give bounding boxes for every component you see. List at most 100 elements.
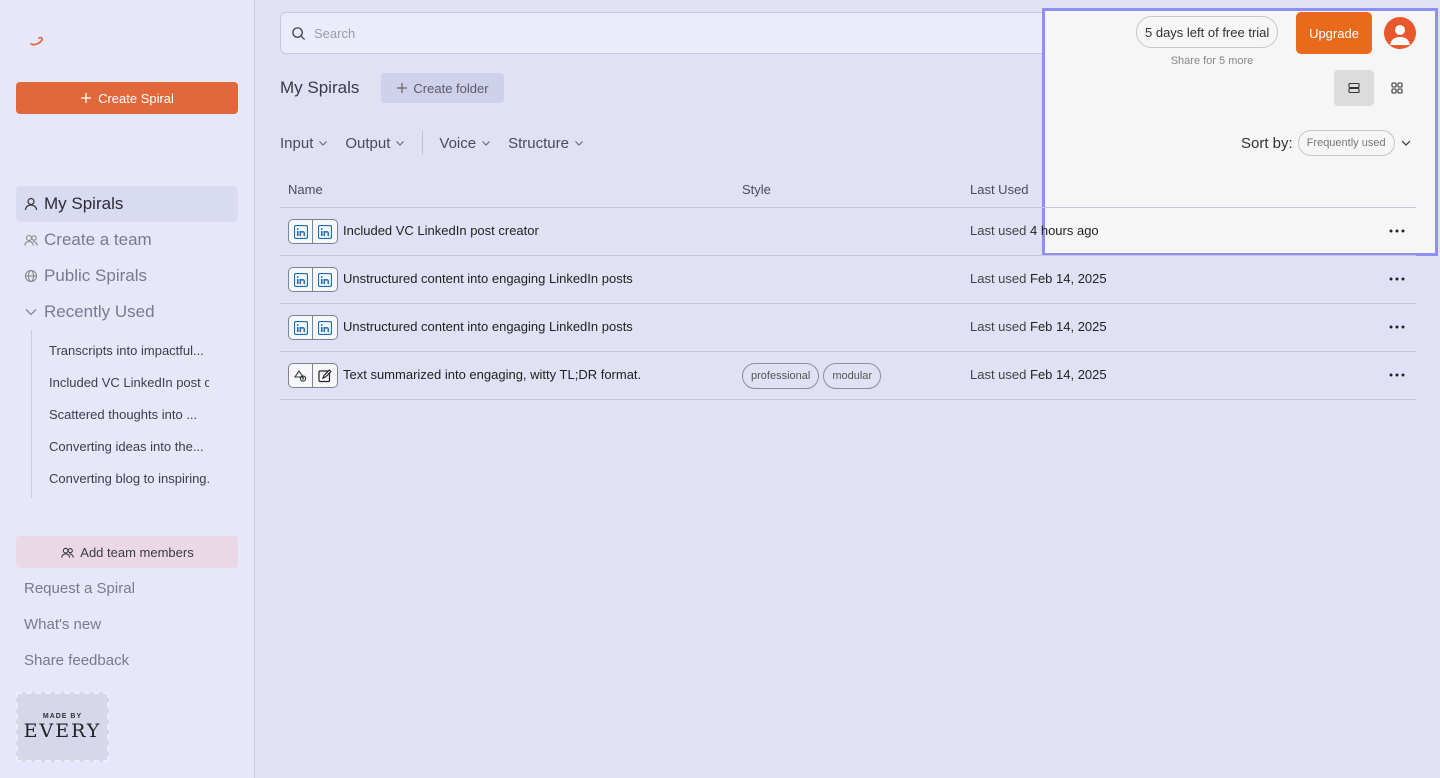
sort-control[interactable]: Sort by: Frequently used xyxy=(1241,130,1412,156)
share-feedback-link[interactable]: Share feedback xyxy=(24,642,135,678)
add-team-members-label: Add team members xyxy=(80,544,194,560)
chevron-down-icon xyxy=(482,141,490,146)
list-view-toggle[interactable] xyxy=(1334,70,1374,106)
more-options-icon[interactable] xyxy=(1388,366,1406,384)
more-options-icon[interactable] xyxy=(1388,318,1406,336)
linkedin-icon xyxy=(288,315,313,340)
search-bar xyxy=(280,12,1124,54)
column-header-name[interactable]: Name xyxy=(288,182,323,197)
row-last-used: Last used Feb 14, 2025 xyxy=(970,319,1107,334)
table-row[interactable]: Text summarized into engaging, witty TL;… xyxy=(280,352,1416,400)
filter-input[interactable]: Input xyxy=(280,135,328,152)
search-input[interactable] xyxy=(314,25,1094,41)
row-style-tags: professional modular xyxy=(742,363,882,389)
last-used-value: Feb 14, 2025 xyxy=(1030,367,1107,382)
grid-view-icon xyxy=(1391,82,1403,94)
sidebar-nav: My Spirals Create a team Public Spirals … xyxy=(16,186,238,498)
chevron-down-icon xyxy=(319,141,328,146)
chevron-down-icon xyxy=(575,141,583,146)
sort-label: Sort by: xyxy=(1241,134,1293,152)
last-used-value: Feb 14, 2025 xyxy=(1030,271,1107,286)
chevron-down-icon xyxy=(25,309,37,316)
avatar[interactable] xyxy=(1384,17,1416,49)
table-row[interactable]: Unstructured content into engaging Linke… xyxy=(280,256,1416,304)
globe-icon xyxy=(24,269,38,283)
made-by-every-stamp[interactable]: MADE BY EVERY xyxy=(16,692,109,762)
filter-bar: Input Output Voice Structure xyxy=(280,130,601,156)
plus-icon xyxy=(81,93,92,103)
linkedin-icon xyxy=(313,267,338,292)
row-icons xyxy=(288,219,338,244)
users-icon xyxy=(61,547,75,558)
recent-item[interactable]: Converting blog to inspiring... xyxy=(49,462,209,494)
sidebar-item-recently-used[interactable]: Recently Used xyxy=(16,294,238,330)
more-options-icon[interactable] xyxy=(1388,270,1406,288)
list-view-icon xyxy=(1348,82,1360,94)
table-row[interactable]: Unstructured content into engaging Linke… xyxy=(280,304,1416,352)
linkedin-icon xyxy=(288,219,313,244)
create-folder-label: Create folder xyxy=(413,80,489,96)
spiral-logo-icon[interactable] xyxy=(28,30,52,50)
linkedin-icon xyxy=(313,219,338,244)
row-name[interactable]: Text summarized into engaging, witty TL;… xyxy=(343,367,641,382)
sidebar-item-create-team[interactable]: Create a team xyxy=(16,222,238,258)
upgrade-button[interactable]: Upgrade xyxy=(1296,12,1372,54)
row-last-used: Last used 4 hours ago xyxy=(970,223,1099,238)
filter-label: Structure xyxy=(508,134,569,152)
page-title: My Spirals xyxy=(280,78,360,97)
last-used-value: 4 hours ago xyxy=(1030,223,1099,238)
column-header-style[interactable]: Style xyxy=(742,182,771,197)
chevron-down-icon[interactable] xyxy=(1400,137,1412,149)
style-tag: modular xyxy=(823,363,882,389)
recent-item[interactable]: Included VC LinkedIn post creator xyxy=(49,366,209,398)
sidebar-item-label: Public Spirals xyxy=(44,266,147,285)
sidebar-item-public-spirals[interactable]: Public Spirals xyxy=(16,258,238,294)
recent-item[interactable]: Transcripts into impactful... xyxy=(49,334,209,366)
user-avatar-icon xyxy=(1390,25,1410,45)
sidebar: Create Spiral My Spirals Create a team P… xyxy=(0,0,255,778)
trial-badge[interactable]: 5 days left of free trial xyxy=(1136,16,1279,48)
recent-item[interactable]: Scattered thoughts into ... xyxy=(49,398,209,430)
sidebar-item-my-spirals[interactable]: My Spirals xyxy=(16,186,238,222)
row-name[interactable]: Unstructured content into engaging Linke… xyxy=(343,319,633,334)
sort-select[interactable]: Frequently used xyxy=(1297,130,1395,156)
create-spiral-button[interactable]: Create Spiral xyxy=(16,82,238,114)
sidebar-item-label: Recently Used xyxy=(44,302,155,321)
filter-divider xyxy=(422,131,424,155)
request-spiral-link[interactable]: Request a Spiral xyxy=(24,570,135,606)
row-name[interactable]: Included VC LinkedIn post creator xyxy=(343,223,539,238)
add-team-members-button[interactable]: Add team members xyxy=(16,536,238,568)
edit-icon xyxy=(313,363,338,388)
filter-output[interactable]: Output xyxy=(345,135,405,152)
filter-label: Output xyxy=(345,134,391,152)
filter-label: Voice xyxy=(439,134,477,152)
row-icons xyxy=(288,267,338,292)
row-last-used: Last used Feb 14, 2025 xyxy=(970,271,1107,286)
filter-voice[interactable]: Voice xyxy=(439,135,491,152)
table-row[interactable]: Included VC LinkedIn post creator Last u… xyxy=(280,208,1416,256)
users-icon xyxy=(24,234,38,246)
stamp-big-text: EVERY xyxy=(23,719,102,742)
linkedin-icon xyxy=(313,315,338,340)
row-icons xyxy=(288,315,338,340)
more-options-icon[interactable] xyxy=(1388,222,1406,240)
last-used-prefix: Last used xyxy=(970,223,1027,238)
user-icon xyxy=(24,197,38,211)
column-header-last-used[interactable]: Last Used xyxy=(970,182,1029,197)
chevron-down-icon xyxy=(396,141,405,146)
share-for-more-text[interactable]: Share for 5 more xyxy=(1136,55,1288,67)
whats-new-link[interactable]: What's new xyxy=(24,606,135,642)
filter-label: Input xyxy=(280,134,314,152)
style-tag: professional xyxy=(742,363,820,389)
row-name[interactable]: Unstructured content into engaging Linke… xyxy=(343,271,633,286)
create-folder-button[interactable]: Create folder xyxy=(381,73,504,103)
grid-view-toggle[interactable] xyxy=(1378,70,1416,106)
recent-list: Transcripts into impactful... Included V… xyxy=(31,330,238,498)
table-header: Name Style Last Used xyxy=(280,172,1416,208)
last-used-prefix: Last used xyxy=(970,319,1027,334)
filter-structure[interactable]: Structure xyxy=(508,135,584,152)
row-icons xyxy=(288,363,338,388)
recent-item[interactable]: Converting ideas into the... xyxy=(49,430,209,462)
row-last-used: Last used Feb 14, 2025 xyxy=(970,367,1107,382)
sidebar-item-label: Create a team xyxy=(44,230,152,249)
